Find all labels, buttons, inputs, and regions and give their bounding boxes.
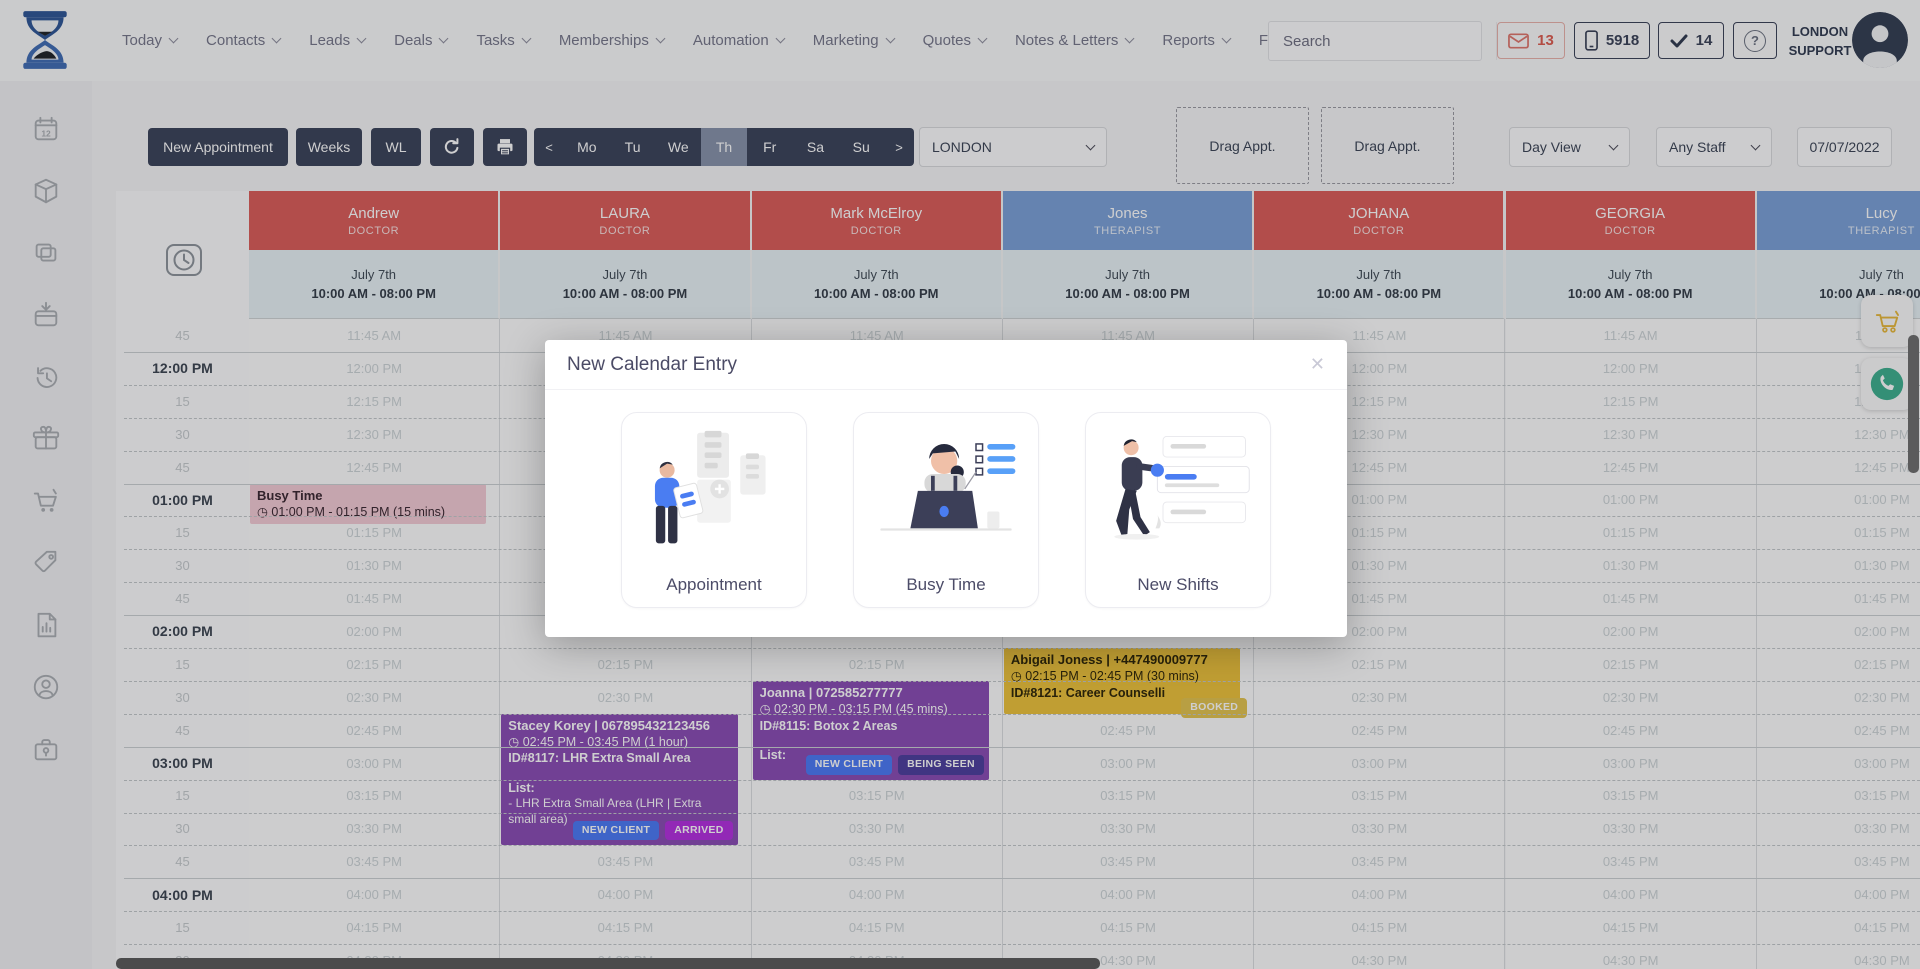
modal-title: New Calendar Entry <box>567 354 737 376</box>
option-busy-time[interactable]: Busy Time <box>853 412 1039 608</box>
option-new-shifts-label: New Shifts <box>1137 575 1218 595</box>
option-new-shifts[interactable]: New Shifts <box>1085 412 1271 608</box>
option-busy-time-label: Busy Time <box>906 575 985 595</box>
new-shifts-illustration <box>1103 427 1253 549</box>
option-appointment[interactable]: Appointment <box>621 412 807 608</box>
app-viewport: TodayContactsLeadsDealsTasksMembershipsA… <box>0 0 1920 969</box>
option-appointment-label: Appointment <box>666 575 761 595</box>
new-calendar-entry-modal: New Calendar Entry ✕ <box>545 340 1347 637</box>
modal-header: New Calendar Entry ✕ <box>545 340 1347 390</box>
close-icon[interactable]: ✕ <box>1310 354 1325 375</box>
busy-time-illustration <box>871 427 1021 549</box>
modal-body: Appointment <box>545 390 1347 608</box>
appointment-illustration <box>639 427 789 549</box>
